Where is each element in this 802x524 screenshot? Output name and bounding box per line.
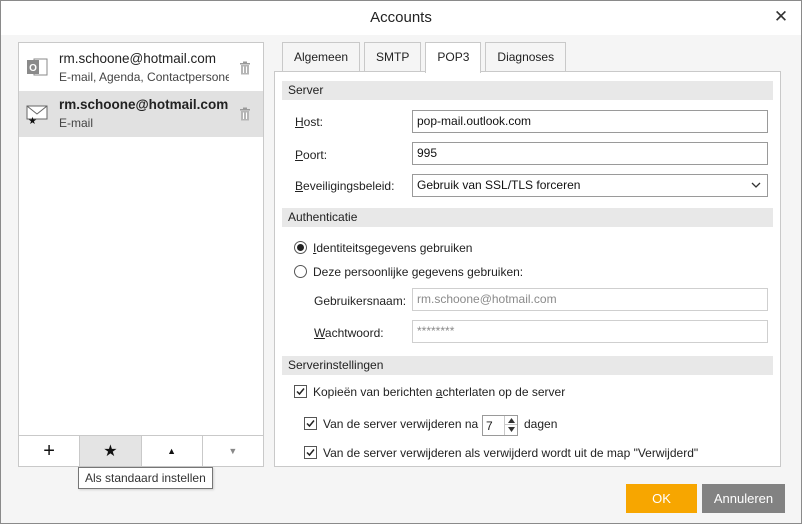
set-default-button[interactable]: ★ <box>80 436 142 466</box>
dialog-title: Accounts <box>370 9 432 26</box>
username-field[interactable]: rm.schoone@hotmail.com <box>412 288 768 311</box>
ok-button[interactable]: OK <box>626 484 697 513</box>
svg-text:O: O <box>29 63 37 74</box>
account-list: O rm.schoone@hotmail.com E-mail, Agenda,… <box>18 42 264 467</box>
checkmark-icon <box>296 388 305 396</box>
close-icon[interactable]: ✕ <box>771 7 791 27</box>
account-email: rm.schoone@hotmail.com <box>59 51 217 66</box>
security-label: Beveiligingsbeleid: <box>295 179 395 193</box>
delete-after-label: Van de server verwijderen na <box>323 417 479 431</box>
radio-personal-label: Deze persoonlijke gegevens gebruiken: <box>313 265 524 279</box>
host-field[interactable]: pop-mail.outlook.com <box>412 110 768 133</box>
delete-when-removed-label: Van de server verwijderen als verwijderd… <box>323 446 699 460</box>
radio-identity-label: Identiteitsgegevens gebruiken <box>313 241 473 255</box>
section-server: Server <box>282 81 773 100</box>
tab-algemeen[interactable]: Algemeen <box>282 42 361 71</box>
cancel-button[interactable]: Annuleren <box>702 484 785 513</box>
chevron-down-icon <box>751 182 761 188</box>
stepper-up-icon[interactable] <box>505 416 517 425</box>
move-up-button[interactable]: ▲ <box>141 436 203 466</box>
account-services: E-mail, Agenda, Contactpersonen <box>59 70 229 84</box>
account-services: E-mail <box>59 116 94 130</box>
title-bar: Accounts ✕ <box>1 1 801 35</box>
days-stepper[interactable]: 7 <box>482 415 518 436</box>
outlook-icon: O <box>27 58 48 76</box>
checkbox-delete-when-removed[interactable] <box>304 446 317 459</box>
account-item-outlook[interactable]: O rm.schoone@hotmail.com E-mail, Agenda,… <box>19 45 263 91</box>
move-down-button[interactable]: ▼ <box>202 436 263 466</box>
days-suffix-label: dagen <box>524 417 558 431</box>
add-account-button[interactable]: + <box>19 436 81 466</box>
account-email: rm.schoone@hotmail.com <box>59 97 229 112</box>
radio-personal[interactable] <box>294 265 307 278</box>
keep-copies-label: Kopieën van berichten achterlaten op de … <box>313 385 566 399</box>
tab-pop3[interactable]: POP3 <box>425 42 482 73</box>
stepper-buttons <box>504 416 517 435</box>
tab-content-pop3: Server Host: pop-mail.outlook.com Poort:… <box>274 71 781 467</box>
svg-text:★: ★ <box>28 116 37 124</box>
tab-bar: Algemeen SMTP POP3 Diagnoses <box>282 42 570 73</box>
security-select[interactable]: Gebruik van SSL/TLS forceren <box>412 174 768 197</box>
tooltip: Als standaard instellen <box>78 467 213 489</box>
password-field[interactable]: ******** <box>412 320 768 343</box>
stepper-down-icon[interactable] <box>505 425 517 434</box>
tab-diagnoses[interactable]: Diagnoses <box>485 42 567 71</box>
section-server-settings: Serverinstellingen <box>282 356 773 375</box>
password-label: Wachtwoord: <box>314 326 384 340</box>
accounts-dialog: Accounts ✕ O rm.schoone@hotmail.com E-ma… <box>0 0 802 524</box>
trash-icon[interactable] <box>239 107 251 121</box>
checkmark-icon <box>306 420 315 428</box>
checkmark-icon <box>306 449 315 457</box>
tab-smtp[interactable]: SMTP <box>364 42 422 71</box>
section-auth: Authenticatie <box>282 208 773 227</box>
account-item-email[interactable]: ★ rm.schoone@hotmail.com E-mail <box>19 91 263 137</box>
trash-icon[interactable] <box>239 61 251 75</box>
checkbox-keep-copies[interactable] <box>294 385 307 398</box>
username-label: Gebruikersnaam: <box>314 294 407 308</box>
radio-identity[interactable] <box>294 241 307 254</box>
port-field[interactable]: 995 <box>412 142 768 165</box>
port-label: Poort: <box>295 148 328 162</box>
days-value: 7 <box>486 419 493 433</box>
host-label: Host: <box>295 115 324 129</box>
checkbox-delete-after[interactable] <box>304 417 317 430</box>
mail-default-icon: ★ <box>26 105 48 124</box>
account-toolbar: + ★ ▲ ▼ <box>19 435 263 466</box>
security-value: Gebruik van SSL/TLS forceren <box>417 178 581 192</box>
